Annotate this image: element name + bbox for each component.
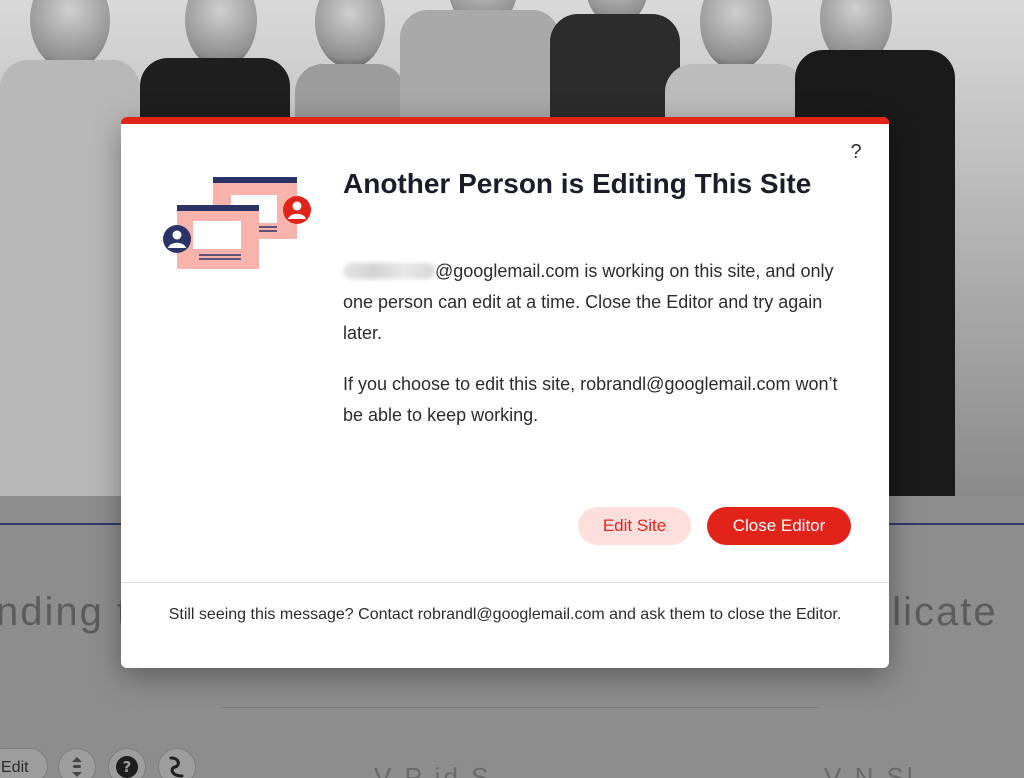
- dialog-footer-divider: [121, 582, 889, 583]
- help-tool-button[interactable]: ?: [108, 748, 146, 778]
- route-tool-button[interactable]: [158, 748, 196, 778]
- route-icon: [169, 756, 184, 778]
- help-icon: ?: [116, 756, 138, 778]
- redacted-username: [343, 263, 435, 279]
- background-bottom-text-right: V N Sl: [824, 762, 916, 778]
- svg-text:?: ?: [123, 758, 132, 776]
- concurrent-editing-dialog: ? Another Person is Editing This Site @g…: [121, 117, 889, 668]
- layers-button[interactable]: [58, 748, 96, 778]
- edit-pill-label: Edit: [1, 759, 29, 776]
- layers-icon: [72, 757, 82, 777]
- edit-pill-button[interactable]: Edit: [0, 748, 48, 778]
- dialog-title: Another Person is Editing This Site: [343, 168, 812, 199]
- dialog-message-1: @googlemail.com is working on this site,…: [343, 256, 853, 349]
- edit-site-button[interactable]: Edit Site: [578, 507, 691, 545]
- dialog-help-button[interactable]: ?: [847, 141, 865, 163]
- dialog-body: @googlemail.com is working on this site,…: [343, 256, 853, 451]
- dialog-accent-bar: [121, 117, 889, 124]
- background-heading-left: nding t: [0, 590, 131, 634]
- dialog-footer-note: Still seeing this message? Contact robra…: [168, 606, 842, 623]
- close-editor-button[interactable]: Close Editor: [707, 507, 851, 545]
- background-divider: [220, 707, 820, 708]
- background-bottom-text-left: V P id S: [374, 762, 492, 778]
- two-editors-illustration-icon: [163, 177, 311, 269]
- dialog-message-2: If you choose to edit this site, robrand…: [343, 374, 838, 425]
